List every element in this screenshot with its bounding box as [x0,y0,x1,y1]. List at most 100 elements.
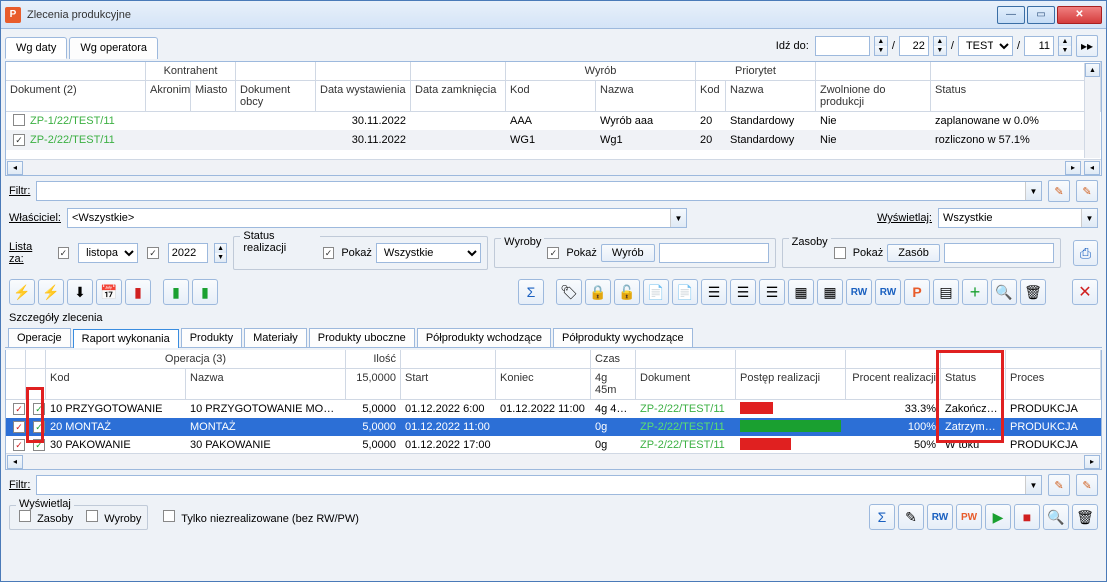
tb-bolt-1[interactable]: ⚡ [9,279,35,305]
ops-check-1[interactable]: ✓ [13,421,25,433]
col-dokument-2[interactable]: Dokument (2) [6,81,146,111]
ops-check-1[interactable]: ✓ [13,403,25,415]
col2-kod[interactable]: Kod [46,369,186,399]
month-check[interactable]: ✓ [58,247,70,259]
tb-tag[interactable]: 🏷 [556,279,582,305]
goto-spin-3[interactable]: ▲▼ [1058,36,1072,56]
ops-filter-input[interactable]: ▼ [36,475,1042,495]
col-miasto[interactable]: Miasto [191,81,236,111]
orders-hscroll[interactable]: ◂▸ ◂ [6,159,1101,175]
display-dropdown-icon[interactable]: ▼ [1081,209,1097,227]
wyroby-option[interactable]: Wyroby [83,510,141,525]
wyrob-button[interactable]: Wyrób [601,244,655,262]
tb-down[interactable]: ⬇ [67,279,93,305]
col-zwolnione-2[interactable]: Zwolnione do produkcji [816,81,931,111]
owner-dropdown-icon[interactable]: ▼ [670,209,686,227]
tb-list-2[interactable]: ☰ [730,279,756,305]
tb-doc-2[interactable]: 📄 [672,279,698,305]
zasoby-option[interactable]: Zasoby [16,510,73,525]
ft-tool[interactable]: ✎ [898,504,924,530]
ft-rw-1[interactable]: RW [927,504,953,530]
tab-wg-daty[interactable]: Wg daty [5,37,67,59]
doc-link[interactable]: ZP-1/22/TEST/11 [26,113,146,129]
tb-doc-1[interactable]: 📄 [643,279,669,305]
tb-sigma[interactable]: Σ [518,279,544,305]
dtab-operacje[interactable]: Operacje [8,328,71,347]
filter-config-button[interactable]: ✎ [1076,180,1098,202]
orders-grid-body[interactable]: ZP-1/22/TEST/1130.11.2022AAAWyrób aaa20S… [6,112,1101,159]
col-data-zam-2[interactable]: Data zamknięcia [411,81,506,111]
month-select[interactable]: listopad [78,243,138,263]
col2-ilosc[interactable]: Ilość [346,350,401,368]
ops-filter-config-button[interactable]: ✎ [1076,474,1098,496]
tylko-option[interactable]: Tylko niezrealizowane (bez RW/PW) [160,510,359,525]
tb-bolt-2[interactable]: ⚡ [38,279,64,305]
col-akronim[interactable]: Akronim [146,81,191,111]
col-dok-obcy-2[interactable]: Dokument obcy [236,81,316,111]
col-pnazwa[interactable]: Nazwa [726,81,816,111]
tb-green-2[interactable]: ▮ [192,279,218,305]
ops-check-2[interactable]: ✓ [33,403,45,415]
owner-input[interactable]: <Wszystkie>▼ [67,208,687,228]
col-pkod[interactable]: Kod [696,81,726,111]
order-row[interactable]: ✓ZP-2/22/TEST/1130.11.2022WG1Wg120Standa… [6,131,1101,150]
ops-doc-link[interactable]: ZP-2/22/TEST/11 [636,437,736,453]
tb-bar-2[interactable]: ▦ [817,279,843,305]
ft-sigma[interactable]: Σ [869,504,895,530]
tab-wg-operatora[interactable]: Wg operatora [69,37,158,59]
maximize-button[interactable]: ▭ [1027,6,1055,24]
ft-play[interactable]: ▶ [985,504,1011,530]
vscroll[interactable]: ▲ [1084,63,1100,158]
ft-stop[interactable]: ■ [1014,504,1040,530]
zasoby-check[interactable] [19,510,31,522]
col2-procent[interactable]: Procent realizacji [846,369,941,399]
col-kontrahent[interactable]: Kontrahent [146,62,236,80]
zasob-input[interactable] [944,243,1054,263]
col-zwolnione[interactable]: x [816,62,931,80]
ft-search[interactable]: 🔍 [1043,504,1069,530]
goto-field-3[interactable] [1024,36,1054,56]
col2-status[interactable]: Status [941,369,1006,399]
ops-filter-apply-button[interactable]: ✎ [1048,474,1070,496]
col2-koniec[interactable]: Koniec [496,369,591,399]
tb-rw-1[interactable]: RW [846,279,872,305]
status-pokaz-check[interactable]: ✓ [323,247,335,259]
col2-czas[interactable]: Czas [591,350,636,368]
col2-proces[interactable]: Proces [1006,369,1101,399]
tb-add[interactable]: + [962,279,988,305]
col2-operacja[interactable]: Operacja (3) [46,350,346,368]
tb-rw-2[interactable]: RW [875,279,901,305]
col2-postep[interactable]: Postęp realizacji [736,369,846,399]
ops-check-2[interactable]: ✓ [33,421,45,433]
display-input[interactable]: Wszystkie▼ [938,208,1098,228]
ops-grid-body[interactable]: ✓✓10 PRZYGOTOWANIE10 PRZYGOTOWANIE MONTA… [6,400,1101,453]
tb-lock[interactable]: 🔒 [585,279,611,305]
col-dok-obcy[interactable]: x [236,62,316,80]
ops-row[interactable]: ✓✓10 PRZYGOTOWANIE10 PRZYGOTOWANIE MONTA… [6,400,1101,418]
wyrob-input[interactable] [659,243,769,263]
goto-spin-2[interactable]: ▲▼ [933,36,947,56]
col-data-zam[interactable]: x [411,62,506,80]
goto-field-1[interactable] [815,36,870,56]
col-priorytet[interactable]: Priorytet [696,62,816,80]
year-check[interactable]: ✓ [147,247,159,259]
ft-rw-2[interactable]: PW [956,504,982,530]
ops-row[interactable]: ✓✓20 MONTAŻMONTAŻ5,000001.12.2022 11:000… [6,418,1101,436]
row-check[interactable] [13,114,25,126]
wyroby-check[interactable] [86,510,98,522]
tb-list-1[interactable]: ☰ [701,279,727,305]
col2-dok[interactable]: Dokument [636,369,736,399]
status-select[interactable]: Wszystkie [376,243,481,263]
goto-next-button[interactable]: ▸▸ [1076,35,1098,57]
col2-start[interactable]: Start [401,369,496,399]
col-kod[interactable]: Kod [506,81,596,111]
tb-cal[interactable]: 📅 [96,279,122,305]
tb-close[interactable]: ✕ [1072,279,1098,305]
goto-field-2[interactable] [899,36,929,56]
col-wyrob[interactable]: Wyrób [506,62,696,80]
tb-search[interactable]: 🔍 [991,279,1017,305]
tb-flag[interactable]: ▮ [125,279,151,305]
wyroby-pokaz-check[interactable]: ✓ [547,247,559,259]
dtab-raport[interactable]: Raport wykonania [73,329,179,348]
col-dokument[interactable]: x [6,62,146,80]
